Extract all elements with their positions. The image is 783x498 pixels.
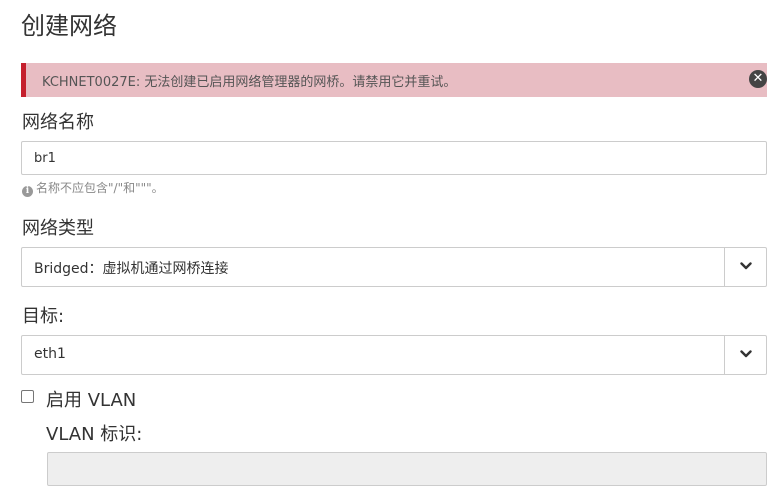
info-icon: i: [22, 186, 33, 197]
vlan-id-input: [47, 452, 767, 486]
network-type-label: 网络类型: [22, 218, 94, 239]
chevron-down-icon: [740, 350, 752, 358]
chevron-down-icon: [740, 262, 752, 270]
network-name-help-text: 名称不应包含"/"和"""。: [36, 181, 164, 195]
error-alert: KCHNET0027E: 无法创建已启用网络管理器的网桥。请禁用它并重试。 ✕: [21, 63, 767, 97]
network-type-value: Bridged：虚拟机通过网桥连接: [34, 261, 229, 277]
enable-vlan-label[interactable]: 启用 VLAN: [46, 386, 136, 412]
close-icon[interactable]: ✕: [749, 70, 767, 88]
network-type-dropdown-button[interactable]: [724, 248, 766, 286]
error-message: KCHNET0027E: 无法创建已启用网络管理器的网桥。请禁用它并重试。: [42, 75, 457, 90]
create-network-dialog: 创建网络 KCHNET0027E: 无法创建已启用网络管理器的网桥。请禁用它并重…: [0, 0, 783, 498]
network-name-label: 网络名称: [22, 112, 94, 133]
destination-value: eth1: [34, 346, 66, 362]
network-name-input[interactable]: [21, 141, 767, 175]
network-name-help: i 名称不应包含"/"和"""。: [22, 179, 164, 197]
destination-label: 目标:: [22, 306, 65, 327]
destination-dropdown-button[interactable]: [724, 336, 766, 374]
enable-vlan-checkbox[interactable]: [21, 390, 34, 403]
vlan-id-label: VLAN 标识:: [46, 424, 143, 445]
network-type-select[interactable]: Bridged：虚拟机通过网桥连接: [21, 247, 767, 287]
page-title: 创建网络: [21, 12, 117, 40]
destination-select[interactable]: eth1: [21, 335, 767, 375]
